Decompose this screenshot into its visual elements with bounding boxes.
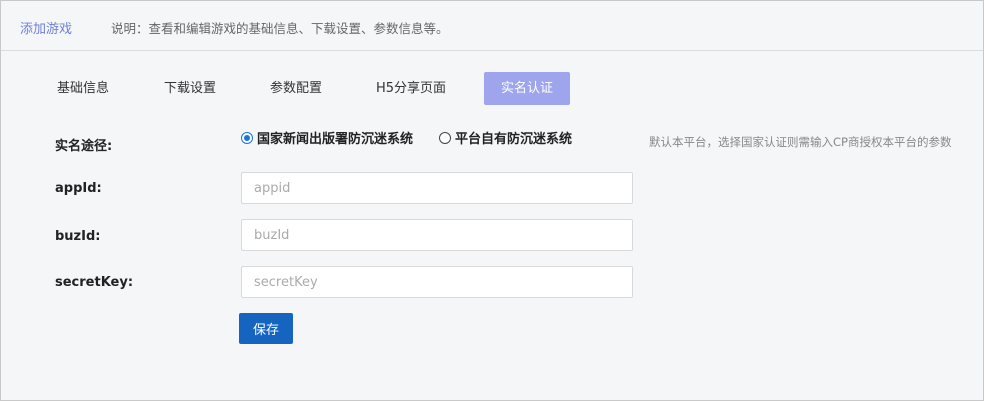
route-option-platform[interactable]: 平台自有防沉迷系统 (439, 128, 572, 147)
route-option-national[interactable]: 国家新闻出版署防沉迷系统 (241, 128, 413, 147)
main-panel: 基础信息 下载设置 参数配置 H5分享页面 实名认证 实名途径: 国家新闻出版署… (18, 52, 983, 400)
appid-input[interactable] (241, 172, 633, 204)
radio-unchecked-icon[interactable] (439, 131, 452, 144)
page-title: 添加游戏 (20, 22, 73, 37)
page-header: 添加游戏 说明：查看和编辑游戏的基础信息、下载设置、参数信息等。 (1, 1, 983, 51)
tab-download-settings[interactable]: 下载设置 (145, 72, 235, 105)
tab-h5-share-page[interactable]: H5分享页面 (361, 72, 461, 105)
save-button[interactable]: 保存 (239, 313, 293, 344)
route-option-platform-label: 平台自有防沉迷系统 (455, 132, 573, 147)
tab-parameter-config[interactable]: 参数配置 (251, 72, 341, 105)
route-label: 实名途径: (55, 139, 113, 154)
route-hint: 默认本平台，选择国家认证则需输入CP商授权本平台的参数 (649, 135, 952, 149)
tab-real-name-auth[interactable]: 实名认证 (484, 72, 570, 105)
tab-basic-info[interactable]: 基础信息 (38, 72, 128, 105)
appid-label: appId: (55, 181, 102, 196)
radio-checked-icon[interactable] (241, 131, 253, 144)
secretkey-label: secretKey: (55, 275, 134, 290)
route-radio-group: 国家新闻出版署防沉迷系统 平台自有防沉迷系统 (241, 128, 598, 147)
route-option-national-label: 国家新闻出版署防沉迷系统 (257, 132, 414, 147)
page-description: 说明：查看和编辑游戏的基础信息、下载设置、参数信息等。 (111, 21, 449, 36)
secretkey-input[interactable] (241, 266, 633, 298)
window-frame: 添加游戏 说明：查看和编辑游戏的基础信息、下载设置、参数信息等。 基础信息 下载… (0, 0, 984, 401)
buzid-label: buzId: (55, 229, 101, 244)
buzid-input[interactable] (241, 219, 633, 251)
